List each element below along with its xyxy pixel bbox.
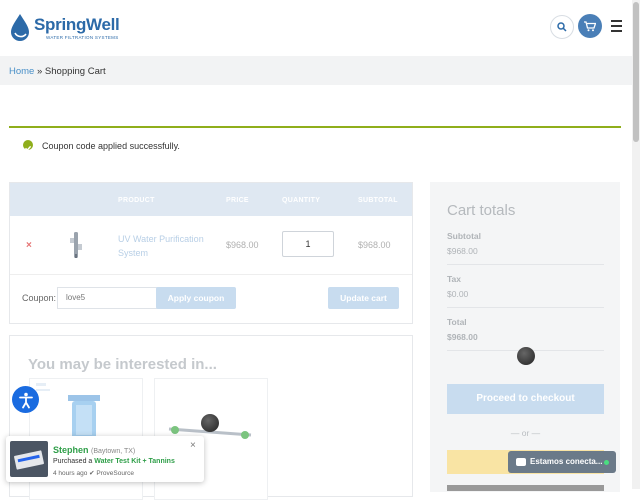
buyer-first-name: Stephen <box>53 445 89 455</box>
success-notice: Coupon code applied successfully. <box>9 126 621 160</box>
buyer-name: Stephen (Baytown, TX) <box>53 445 135 455</box>
coupon-input[interactable]: love5 <box>57 287 162 309</box>
total-label: Total <box>447 317 467 327</box>
logo[interactable]: SpringWell WATER FILTRATION SYSTEMS <box>9 13 120 43</box>
search-button[interactable] <box>550 15 574 39</box>
accessibility-icon <box>18 392 33 408</box>
breadcrumb: Home » Shopping Cart <box>9 66 106 77</box>
subtotal-label: Subtotal <box>447 231 481 241</box>
or-separator: — or — <box>510 428 541 438</box>
scrollbar-thumb[interactable] <box>633 2 639 142</box>
chat-widget-button[interactable]: Estamos conecta... <box>508 451 616 473</box>
site-header: SpringWell WATER FILTRATION SYSTEMS <box>0 0 632 56</box>
water-drop-icon <box>11 14 29 41</box>
purchase-time: 4 hours ago <box>53 470 88 477</box>
cross-sells-title: You may be interested in... <box>28 356 217 373</box>
quantity-input[interactable]: 1 <box>282 231 334 257</box>
verified-icon: ✔ <box>89 470 95 477</box>
hamburger-icon[interactable] <box>611 20 622 32</box>
header-product: PRODUCT <box>118 197 155 204</box>
update-cart-button[interactable]: Update cart <box>328 287 399 309</box>
tax-value: $0.00 <box>447 289 469 299</box>
cart-table: PRODUCT PRICE QUANTITY SUBTOTAL × UV Wat… <box>9 182 413 324</box>
accessibility-button[interactable] <box>12 386 39 413</box>
header-subtotal: SUBTOTAL <box>358 197 398 204</box>
cart-table-header: PRODUCT PRICE QUANTITY SUBTOTAL <box>10 183 412 216</box>
social-proof-popup[interactable]: Stephen (Baytown, TX) Purchased a Water … <box>6 436 204 482</box>
logo-name: SpringWell <box>34 15 120 34</box>
apply-coupon-button[interactable]: Apply coupon <box>156 287 236 309</box>
popup-close-button[interactable]: × <box>190 440 196 451</box>
purchase-text: Purchased a Water Test Kit + Tannins <box>53 458 175 465</box>
tax-label: Tax <box>447 274 462 284</box>
remove-item-button[interactable]: × <box>26 240 32 251</box>
divider <box>447 264 604 265</box>
subtotal-value: $968.00 <box>447 246 478 256</box>
slider-handle[interactable] <box>517 347 535 365</box>
divider <box>447 307 604 308</box>
breadcrumb-current: Shopping Cart <box>44 66 106 77</box>
header-price: PRICE <box>226 197 249 204</box>
slider-handle[interactable] <box>201 414 219 432</box>
online-status-dot <box>604 460 609 465</box>
total-value: $968.00 <box>447 332 478 342</box>
notice-message: Coupon code applied successfully. <box>42 141 180 151</box>
check-circle-icon <box>23 140 33 152</box>
breadcrumb-home-link[interactable]: Home <box>9 66 34 77</box>
cart-icon <box>584 20 596 31</box>
product-image <box>10 441 48 477</box>
header-quantity: QUANTITY <box>282 197 321 204</box>
filter-housing-image <box>36 383 100 439</box>
logo-tagline: WATER FILTRATION SYSTEMS <box>46 35 119 40</box>
cart-button[interactable] <box>578 14 602 38</box>
buyer-location: (Baytown, TX) <box>91 448 136 455</box>
breadcrumb-bar: Home » Shopping Cart <box>0 56 632 85</box>
item-price: $968.00 <box>226 240 259 250</box>
cart-totals-title: Cart totals <box>447 202 516 219</box>
product-name-link[interactable]: UV Water Purification System <box>118 232 213 260</box>
search-icon <box>557 22 567 32</box>
popup-meta: 4 hours ago ✔ ProveSource <box>53 469 134 477</box>
purchased-prefix: Purchased a <box>53 458 93 465</box>
provesource-label: ProveSource <box>96 470 134 477</box>
proceed-to-checkout-button[interactable]: Proceed to checkout <box>447 384 604 414</box>
cart-item-row: × UV Water Purification System $968.00 1… <box>10 216 412 275</box>
breadcrumb-separator: » <box>36 66 43 77</box>
alt-payment-button[interactable] <box>447 485 604 491</box>
chat-label: Estamos conecta... <box>530 457 603 466</box>
cart-totals-panel: Cart totals Subtotal $968.00 Tax $0.00 T… <box>430 182 620 492</box>
product-thumbnail[interactable] <box>66 230 86 260</box>
item-subtotal: $968.00 <box>358 240 391 250</box>
coupon-row: Coupon: love5 Apply coupon Update cart <box>10 275 412 322</box>
purchased-product: Water Test Kit + Tannins <box>94 458 175 465</box>
chat-bubble-icon <box>516 458 526 466</box>
coupon-label: Coupon: <box>22 293 57 303</box>
